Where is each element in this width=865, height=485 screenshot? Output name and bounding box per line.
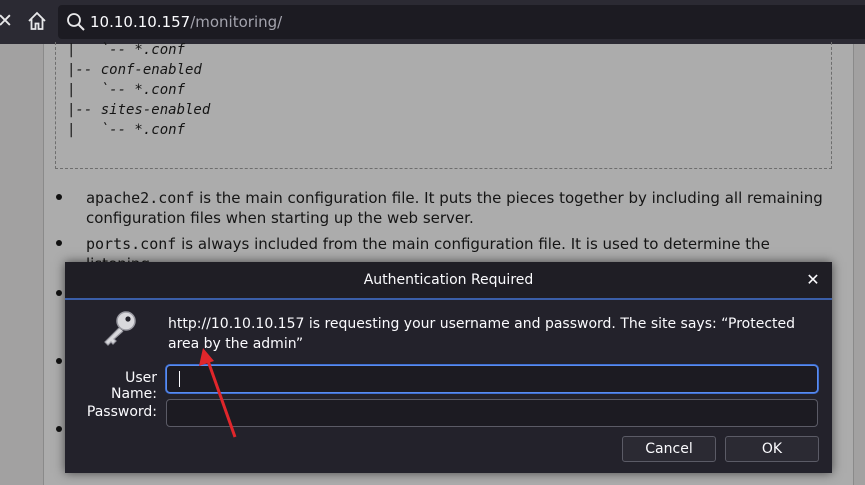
ok-button[interactable]: OK <box>725 436 819 462</box>
file-name: ports.conf <box>86 235 177 253</box>
bullet-icon <box>56 426 62 432</box>
bullet-icon <box>56 194 62 200</box>
password-label: Password: <box>86 404 157 420</box>
password-field[interactable] <box>166 399 818 427</box>
page-margin-left <box>0 44 43 485</box>
code-line: | `-- *.conf <box>67 42 186 58</box>
code-line: |-- sites-enabled <box>67 102 211 118</box>
text-caret <box>179 371 180 387</box>
code-line: | `-- *.conf <box>67 82 186 98</box>
bullet-icon <box>56 240 62 246</box>
username-field[interactable] <box>166 365 818 393</box>
code-block: | `-- *.conf |-- conf-enabled | `-- *.co… <box>55 42 832 169</box>
username-label: User Name: <box>110 370 157 402</box>
browser-toolbar: ✕ 10.10.10.157/monitoring/ <box>0 0 865 44</box>
bullet-icon <box>56 290 62 296</box>
bullet-icon <box>56 358 62 364</box>
url-path: /monitoring/ <box>190 13 283 31</box>
cancel-button[interactable]: Cancel <box>622 436 716 462</box>
url-bar[interactable]: 10.10.10.157/monitoring/ <box>58 5 865 39</box>
dialog-title: Authentication Required <box>363 272 534 288</box>
list-item-description: is the main configuration file. It puts … <box>86 189 823 227</box>
dialog-titlebar: Authentication Required ✕ <box>65 262 832 300</box>
list-item-text: apache2.conf is the main configuration f… <box>86 188 826 228</box>
code-line: |-- conf-enabled <box>67 62 202 78</box>
close-icon[interactable]: ✕ <box>804 271 822 289</box>
key-icon <box>98 308 142 352</box>
code-line: | `-- *.conf <box>67 122 186 138</box>
url-text[interactable]: 10.10.10.157/monitoring/ <box>90 13 282 31</box>
home-icon[interactable] <box>26 10 48 32</box>
file-name: apache2.conf <box>86 189 195 207</box>
close-icon[interactable]: ✕ <box>0 10 16 32</box>
dialog-message: http://10.10.10.157 is requesting your u… <box>168 316 795 352</box>
auth-dialog: Authentication Required ✕ http://10.10.1… <box>65 262 832 473</box>
search-icon <box>66 12 86 32</box>
url-host: 10.10.10.157 <box>90 13 191 31</box>
